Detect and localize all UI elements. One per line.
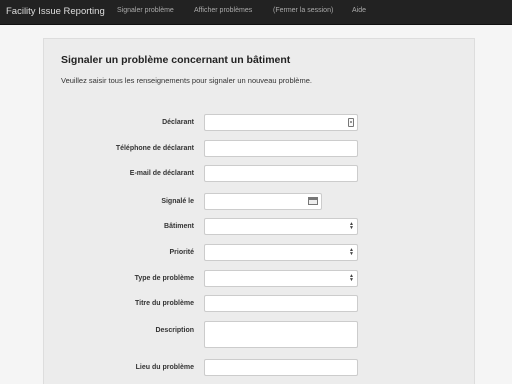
nav-link-report-issue[interactable]: Signaler problème — [117, 7, 174, 14]
email-label: E-mail de déclarant — [129, 170, 194, 177]
nav-link-logout[interactable]: (Fermer la session) — [273, 7, 333, 14]
reported-on-input[interactable] — [204, 193, 322, 210]
problem-title-label: Titre du problème — [135, 300, 194, 307]
location-label: Lieu du problème — [135, 364, 194, 371]
app-brand[interactable]: Facility Issue Reporting — [6, 6, 105, 17]
description-textarea[interactable] — [204, 321, 358, 348]
nav-link-view-issues[interactable]: Afficher problèmes — [194, 7, 252, 14]
problem-title-input[interactable] — [204, 295, 358, 312]
problem-type-select[interactable]: ▲ ▼ — [204, 270, 358, 287]
report-issue-panel: Signaler un problème concernant un bâtim… — [43, 38, 475, 384]
select-arrows-icon: ▲ ▼ — [349, 273, 354, 283]
phone-input[interactable] — [204, 140, 358, 157]
email-input[interactable] — [204, 165, 358, 182]
problem-type-label: Type de problème — [134, 275, 194, 282]
priority-select[interactable]: ▲ ▼ — [204, 244, 358, 261]
reported-on-label: Signalé le — [161, 198, 194, 205]
calendar-icon[interactable] — [308, 197, 318, 205]
top-navbar: Facility Issue Reporting Signaler problè… — [0, 0, 512, 25]
form-title: Signaler un problème concernant un bâtim… — [61, 54, 291, 66]
form-subtitle: Veuillez saisir tous les renseignements … — [61, 76, 312, 85]
contact-card-icon[interactable] — [348, 118, 354, 127]
description-label: Description — [155, 327, 194, 334]
phone-label: Téléphone de déclarant — [115, 145, 194, 152]
select-arrows-icon: ▲ ▼ — [349, 247, 354, 257]
building-label: Bâtiment — [164, 223, 194, 230]
location-input[interactable] — [204, 359, 358, 376]
reporter-label: Déclarant — [162, 119, 194, 126]
reporter-input[interactable] — [204, 114, 358, 131]
building-select[interactable]: ▲ ▼ — [204, 218, 358, 235]
select-arrows-icon: ▲ ▼ — [349, 221, 354, 231]
priority-label: Priorité — [169, 249, 194, 256]
nav-link-help[interactable]: Aide — [352, 7, 366, 14]
